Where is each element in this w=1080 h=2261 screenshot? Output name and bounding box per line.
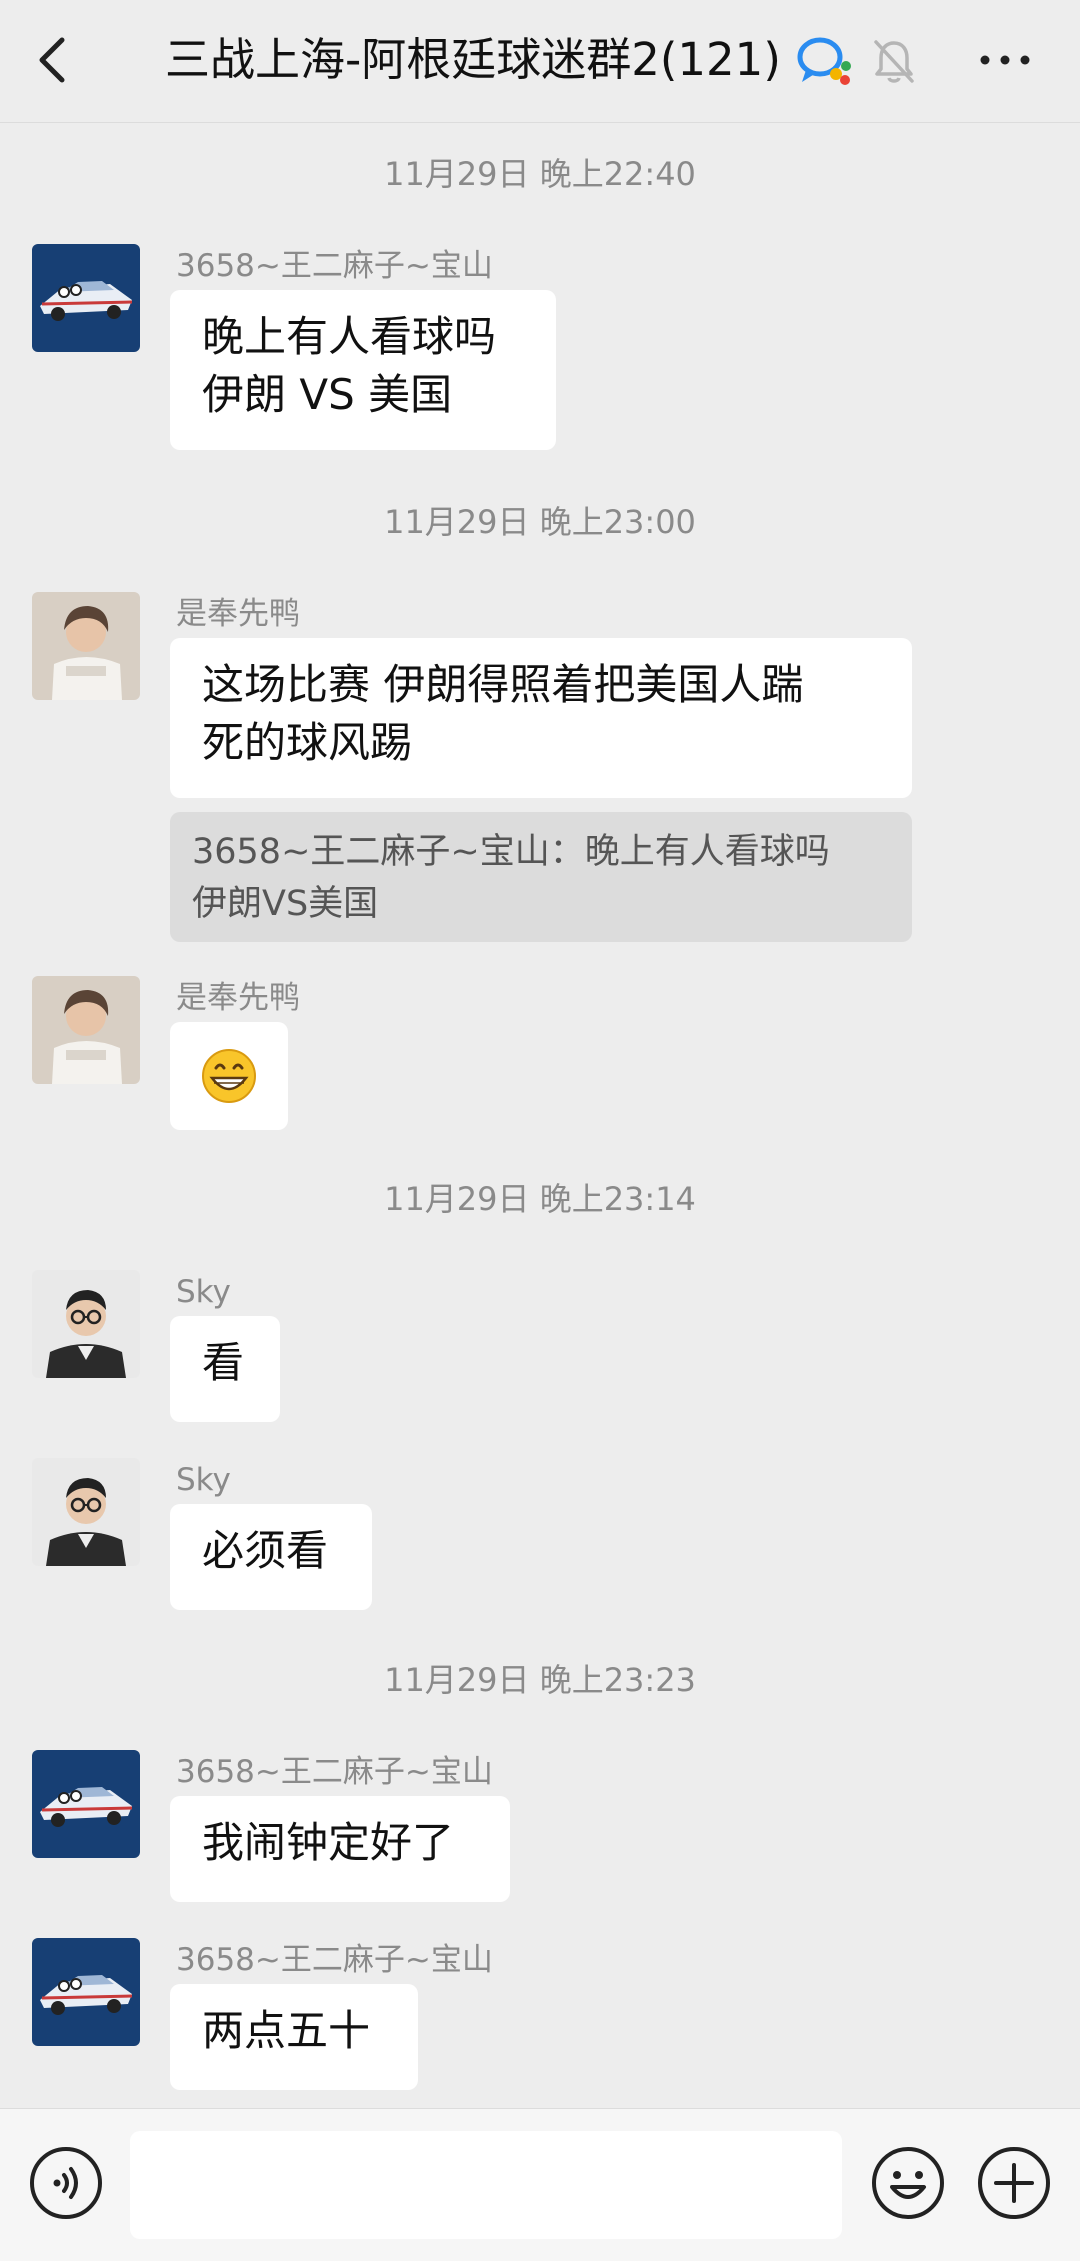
title-icons	[796, 34, 916, 88]
mute-bell-icon	[874, 40, 914, 83]
avatar-car[interactable]	[32, 244, 140, 352]
voice-icon	[30, 2147, 102, 2219]
avatar-person-glasses[interactable]	[32, 1458, 140, 1566]
message-bubble[interactable]: 看	[170, 1316, 280, 1422]
car-avatar-image	[32, 1750, 140, 1858]
message-input[interactable]	[130, 2131, 842, 2239]
car-avatar-image	[32, 244, 140, 352]
sender-name: Sky	[176, 1462, 231, 1498]
avatar-person-glasses[interactable]	[32, 1270, 140, 1378]
chat-title: 三战上海-阿根廷球迷群2(121)	[165, 33, 781, 86]
message-list[interactable]: 11月29日 晚上22:40 3658~王二麻子~宝山 晚上有人看球吗 伊朗 V…	[0, 122, 1080, 2108]
sender-name: 3658~王二麻子~宝山	[176, 248, 493, 284]
avatar-car[interactable]	[32, 1938, 140, 2046]
more-dots-icon	[980, 55, 1030, 65]
message-bubble[interactable]: 晚上有人看球吗 伊朗 VS 美国	[170, 290, 556, 450]
person-glasses-avatar-image	[32, 1458, 140, 1566]
chevron-left-icon	[39, 37, 65, 83]
plus-icon	[978, 2147, 1050, 2219]
timestamp: 11月29日 晚上23:14	[384, 1180, 696, 1218]
car-avatar-image	[32, 1938, 140, 2046]
timestamp: 11月29日 晚上23:00	[384, 503, 696, 541]
sender-name: 是奉先鸭	[176, 980, 300, 1016]
emoji-button[interactable]	[870, 2145, 946, 2221]
sender-name: Sky	[176, 1274, 231, 1310]
message-bubble[interactable]: 这场比赛 伊朗得照着把美国人踹 死的球风踢	[170, 638, 912, 798]
timestamp: 11月29日 晚上23:23	[384, 1661, 696, 1699]
sender-name: 3658~王二麻子~宝山	[176, 1942, 493, 1978]
avatar-person-shirt[interactable]	[32, 976, 140, 1084]
grinning-face-icon	[202, 1049, 256, 1103]
person-shirt-avatar-image	[32, 976, 140, 1084]
message-bubble[interactable]: 两点五十	[170, 1984, 418, 2090]
voice-button[interactable]	[28, 2145, 104, 2221]
person-shirt-avatar-image	[32, 592, 140, 700]
input-bar	[0, 2108, 1080, 2261]
message-bubble[interactable]: 我闹钟定好了	[170, 1796, 510, 1902]
more-options-button[interactable]	[975, 30, 1035, 90]
avatar-car[interactable]	[32, 1750, 140, 1858]
group-chat-icon	[797, 37, 851, 85]
sender-name: 是奉先鸭	[176, 596, 300, 632]
quoted-message[interactable]: 3658~王二麻子~宝山：晚上有人看球吗 伊朗VS美国	[170, 812, 912, 942]
more-functions-button[interactable]	[976, 2145, 1052, 2221]
chat-header: 三战上海-阿根廷球迷群2(121)	[0, 0, 1080, 123]
timestamp: 11月29日 晚上22:40	[384, 155, 696, 193]
back-button[interactable]	[28, 30, 78, 90]
message-bubble[interactable]: 必须看	[170, 1504, 372, 1610]
message-bubble[interactable]	[170, 1022, 288, 1130]
sender-name: 3658~王二麻子~宝山	[176, 1754, 493, 1790]
person-glasses-avatar-image	[32, 1270, 140, 1378]
smiley-icon	[872, 2147, 944, 2219]
avatar-person-shirt[interactable]	[32, 592, 140, 700]
